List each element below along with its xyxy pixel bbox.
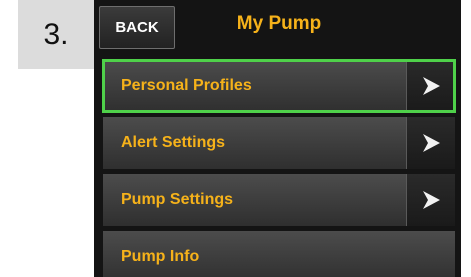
menu-item-label: Alert Settings	[121, 134, 226, 151]
menu-item-label: Pump Info	[121, 248, 200, 265]
step-number: 3.	[18, 0, 94, 69]
menu-item-alert-settings[interactable]: Alert Settings	[103, 117, 455, 169]
chevron-right-icon[interactable]	[406, 117, 455, 169]
page: 3. BACK My Pump Personal Profiles Alert …	[0, 0, 471, 277]
chevron-right-icon[interactable]	[406, 174, 455, 226]
menu-item-pump-settings[interactable]: Pump Settings	[103, 174, 455, 226]
menu-item-label: Personal Profiles	[121, 77, 252, 94]
menu-item-pump-info[interactable]: Pump Info	[103, 231, 455, 277]
back-button[interactable]: BACK	[99, 6, 175, 49]
menu-list: Personal Profiles Alert Settings Pump Se…	[102, 59, 456, 277]
menu-item-label: Pump Settings	[121, 191, 234, 208]
chevron-right-icon[interactable]	[406, 60, 455, 112]
menu-item-personal-profiles[interactable]: Personal Profiles	[102, 59, 456, 113]
pump-screen: BACK My Pump Personal Profiles Alert Set…	[94, 0, 461, 277]
screen-title: My Pump	[236, 13, 322, 34]
